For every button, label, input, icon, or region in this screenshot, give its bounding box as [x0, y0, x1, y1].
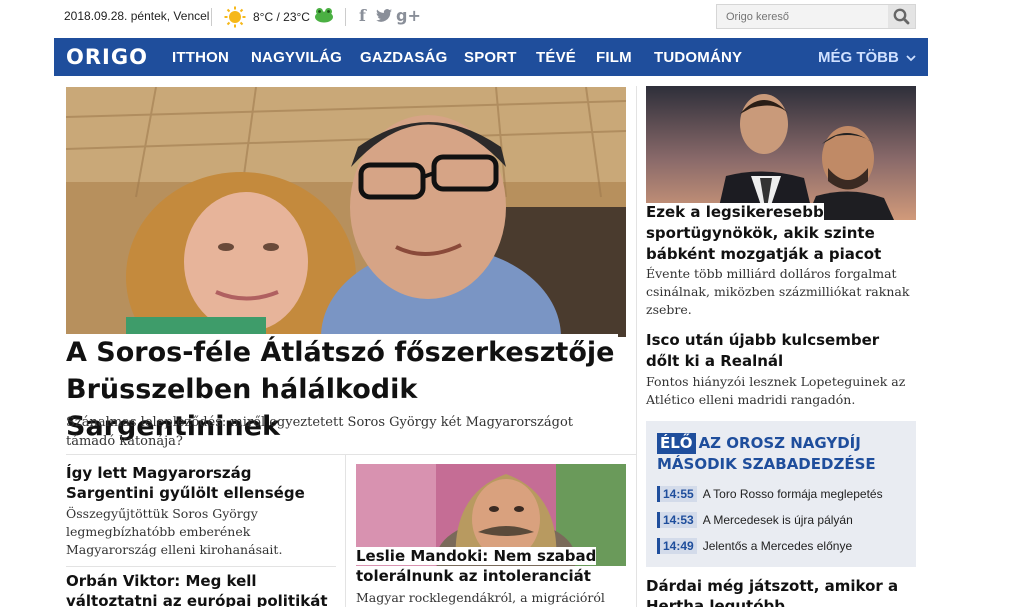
separator — [345, 8, 346, 26]
search-input[interactable] — [717, 5, 889, 28]
chevron-down-icon — [906, 55, 916, 62]
story-lead-sargentini: Összegyűjtöttük Soros György legmegbízha… — [66, 506, 283, 557]
facebook-icon[interactable]: f — [359, 6, 366, 25]
story-title-sargentini[interactable]: Így lett Magyarország Sargentini gyűlölt… — [66, 463, 336, 503]
live-entry[interactable]: 14:49 Jelentős a Mercedes előnye — [657, 538, 852, 554]
nav-more-button[interactable]: MÉG TÖBB — [818, 49, 916, 66]
live-entry-text: A Mercedesek is újra pályán — [702, 513, 853, 527]
hero-headline-line1: A Soros-féle Átlátszó főszerkesztője — [66, 334, 619, 371]
story-title-dardai[interactable]: Dárdai még játszott, amikor a Hertha leg… — [646, 576, 916, 607]
story-lead-isco: Fontos hiányzói lesznek Lopeteguinek az … — [646, 374, 906, 407]
top-info-bar: 2018.09.28. péntek, Vencel 8°C / 23°C f … — [54, 0, 928, 37]
live-badge: ÉLŐ — [657, 433, 696, 454]
live-entry-time: 14:49 — [657, 538, 697, 554]
temperature: 8°C / 23°C — [253, 10, 310, 24]
search-button[interactable] — [888, 5, 915, 28]
current-date: 2018.09.28. péntek, Vencel — [64, 9, 210, 23]
story-title-mandoki-text: Leslie Mandoki: Nem szabad tolerálnunk a… — [356, 547, 597, 585]
nav-item-teve[interactable]: TÉVÉ — [536, 49, 576, 66]
frog-icon[interactable] — [314, 7, 334, 23]
twitter-icon[interactable] — [376, 9, 392, 22]
sport-agents-photo[interactable] — [646, 86, 916, 220]
story-title-agents[interactable]: Ezek a legsikeresebb sportügynökök, akik… — [646, 202, 916, 265]
divider — [66, 454, 636, 455]
hero-photo[interactable] — [66, 87, 626, 337]
story-lead-mandoki: Magyar rocklegendákról, a migrációról — [356, 590, 605, 605]
main-nav: ORIGO ITTHON NAGYVILÁG GAZDASÁG SPORT TÉ… — [54, 38, 928, 76]
divider — [636, 86, 637, 607]
live-entry-time: 14:55 — [657, 486, 697, 502]
search-icon — [893, 8, 910, 25]
nav-item-film[interactable]: FILM — [596, 49, 632, 66]
story-title-mandoki[interactable]: Leslie Mandoki: Nem szabad tolerálnunk a… — [356, 546, 626, 586]
live-entry-time: 14:53 — [657, 512, 697, 528]
search-box — [716, 4, 916, 29]
story-title-agents-text: Ezek a legsikeresebb sportügynökök, akik… — [646, 203, 885, 263]
nav-item-nagyvilag[interactable]: NAGYVILÁG — [251, 49, 342, 66]
live-coverage-title[interactable]: ÉLŐ AZ OROSZ NAGYDÍJ MÁSODIK SZABADEDZÉSE — [657, 433, 907, 475]
nav-item-tudomany[interactable]: TUDOMÁNY — [654, 49, 742, 66]
story-title-orban[interactable]: Orbán Viktor: Meg kell változtatni az eu… — [66, 571, 336, 607]
nav-more-label: MÉG TÖBB — [817, 49, 899, 66]
page: 2018.09.28. péntek, Vencel 8°C / 23°C f … — [54, 0, 928, 607]
live-entry[interactable]: 14:53 A Mercedesek is újra pályán — [657, 512, 853, 528]
live-entry[interactable]: 14:55 A Toro Rosso formája meglepetés — [657, 486, 883, 502]
story-lead-agents: Évente több milliárd dolláros forgalmat … — [646, 266, 910, 317]
divider — [66, 566, 336, 567]
nav-item-gazdasag[interactable]: GAZDASÁG — [360, 49, 447, 66]
story-title-isco[interactable]: Isco után újabb kulcsember dőlt ki a Rea… — [646, 330, 916, 372]
live-entry-text: Jelentős a Mercedes előnye — [702, 539, 853, 553]
nav-item-sport[interactable]: SPORT — [464, 49, 517, 66]
live-entry-text: A Toro Rosso formája meglepetés — [702, 487, 883, 501]
google-plus-icon[interactable]: g+ — [396, 6, 421, 25]
sun-icon — [224, 6, 246, 28]
hero-lead: Szánalmas lelepleződés: miről egyeztetet… — [66, 415, 573, 449]
origo-logo[interactable]: ORIGO — [66, 45, 148, 69]
nav-item-itthon[interactable]: ITTHON — [172, 49, 229, 66]
separator — [211, 8, 212, 26]
divider — [345, 454, 346, 607]
live-coverage-box: ÉLŐ AZ OROSZ NAGYDÍJ MÁSODIK SZABADEDZÉSE… — [646, 421, 916, 567]
